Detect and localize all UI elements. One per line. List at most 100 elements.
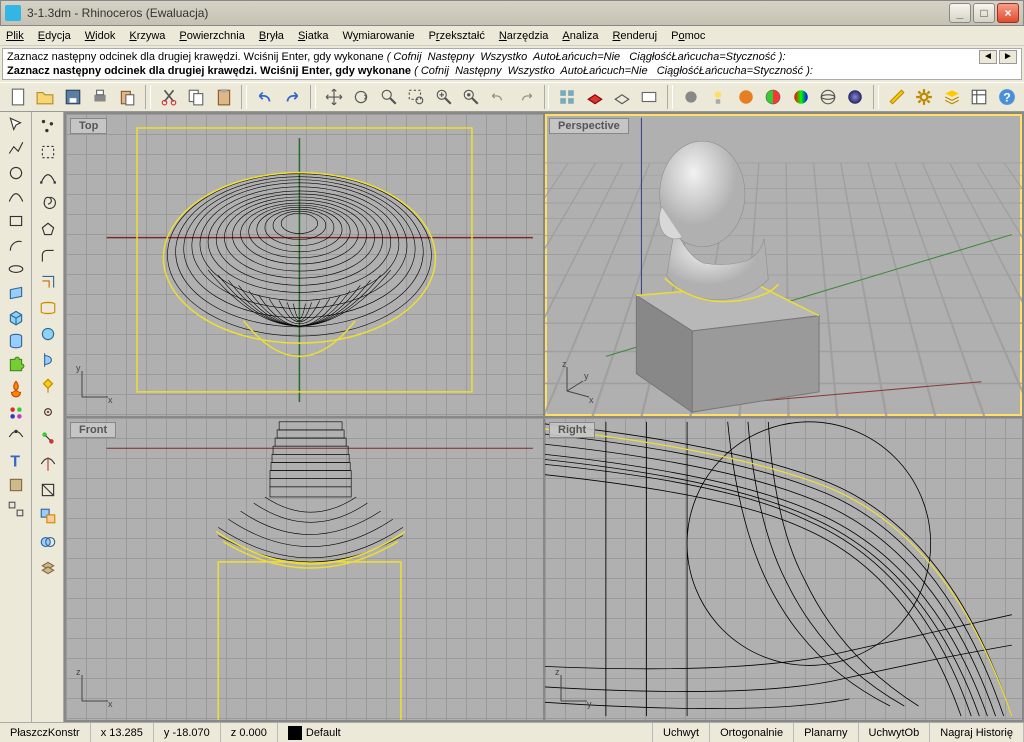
text-icon[interactable]: T	[3, 450, 29, 472]
curve-tool-icon[interactable]	[3, 426, 29, 448]
block-icon[interactable]	[3, 474, 29, 496]
surface-icon[interactable]	[3, 282, 29, 304]
paste-clipboard-icon[interactable]	[116, 85, 139, 109]
minimize-button[interactable]: _	[949, 3, 971, 23]
close-button[interactable]: ×	[997, 3, 1019, 23]
cmd-history-fwd[interactable]: ►	[999, 50, 1017, 64]
extrude-icon[interactable]	[3, 330, 29, 352]
loft-icon[interactable]	[36, 296, 60, 320]
layers-icon[interactable]	[940, 85, 963, 109]
zoom-window-icon[interactable]	[404, 85, 427, 109]
zoom-dynamic-icon[interactable]	[377, 85, 400, 109]
gear-icon[interactable]	[912, 85, 935, 109]
rotate-view-icon[interactable]	[349, 85, 372, 109]
menu-widok[interactable]: Widok	[85, 30, 116, 42]
trim-icon[interactable]	[36, 478, 60, 502]
open-file-icon[interactable]	[33, 85, 56, 109]
command-prompt[interactable]: ◄ ► Zaznacz następny odcinek dla drugiej…	[2, 48, 1022, 80]
cplane-icon[interactable]	[610, 85, 633, 109]
menu-analiza[interactable]: Analiza	[562, 30, 598, 42]
snap-icon[interactable]	[36, 426, 60, 450]
undo-view-icon[interactable]	[487, 85, 510, 109]
sphere-solid-icon[interactable]	[844, 85, 867, 109]
menu-renderuj[interactable]: Renderuj	[612, 30, 657, 42]
boolean-icon[interactable]	[36, 530, 60, 554]
viewport-perspective[interactable]: Perspective zxy	[545, 114, 1022, 416]
redo-icon[interactable]	[281, 85, 304, 109]
ungroup-icon[interactable]	[36, 556, 60, 580]
puzzle-icon[interactable]	[3, 354, 29, 376]
status-planar[interactable]: Planarny	[794, 723, 858, 742]
new-file-icon[interactable]	[6, 85, 29, 109]
status-ortho[interactable]: Ortogonalnie	[710, 723, 794, 742]
menu-siatka[interactable]: Siatka	[298, 30, 329, 42]
fillet-icon[interactable]	[36, 244, 60, 268]
select-icon[interactable]	[3, 114, 29, 136]
cmd-history-back[interactable]: ◄	[979, 50, 997, 64]
status-record-history[interactable]: Nagraj Historię	[930, 723, 1024, 742]
status-cplane[interactable]: PłaszczKonstr	[0, 723, 91, 742]
print-icon[interactable]	[88, 85, 111, 109]
explode-icon[interactable]	[3, 498, 29, 520]
split-icon[interactable]	[36, 452, 60, 476]
cut-icon[interactable]	[157, 85, 180, 109]
viewport-right[interactable]: Right	[545, 418, 1022, 720]
redo-view-icon[interactable]	[514, 85, 537, 109]
viewport-top-label[interactable]: Top	[70, 118, 107, 134]
props-icon[interactable]	[967, 85, 990, 109]
spiral-icon[interactable]	[36, 192, 60, 216]
menu-wymiarowanie[interactable]: Wymiarowanie	[343, 30, 415, 42]
zoom-selected-icon[interactable]	[459, 85, 482, 109]
menu-pomoc[interactable]: Pomoc	[671, 30, 705, 42]
set-cplane-icon[interactable]	[583, 85, 606, 109]
menu-powierzchnia[interactable]: Powierzchnia	[179, 30, 244, 42]
curve-icon[interactable]	[3, 186, 29, 208]
polygon-icon[interactable]	[36, 218, 60, 242]
control-icon[interactable]	[36, 166, 60, 190]
material-color-icon[interactable]	[761, 85, 784, 109]
menu-narzedzia[interactable]: Narzędzia	[499, 30, 549, 42]
offset-icon[interactable]	[36, 270, 60, 294]
box-icon[interactable]	[3, 306, 29, 328]
menu-plik[interactable]: Plik	[6, 30, 24, 42]
menu-bryla[interactable]: Bryła	[259, 30, 284, 42]
status-snap[interactable]: Uchwyt	[653, 723, 710, 742]
light-icon[interactable]	[707, 85, 730, 109]
named-view-icon[interactable]	[638, 85, 661, 109]
viewport-front[interactable]: Front	[66, 418, 543, 720]
object-props-icon[interactable]	[3, 402, 29, 424]
lasso-icon[interactable]	[36, 140, 60, 164]
undo-icon[interactable]	[253, 85, 276, 109]
save-file-icon[interactable]	[61, 85, 84, 109]
viewport-front-label[interactable]: Front	[70, 422, 116, 438]
status-layer[interactable]: Default	[278, 723, 653, 742]
status-osnap[interactable]: UchwytOb	[859, 723, 931, 742]
revolve-icon[interactable]	[36, 348, 60, 372]
ellipse-icon[interactable]	[3, 258, 29, 280]
rectangle-icon[interactable]	[3, 210, 29, 232]
group-icon[interactable]	[36, 504, 60, 528]
color-gradient-icon[interactable]	[789, 85, 812, 109]
menu-krzywa[interactable]: Krzywa	[129, 30, 165, 42]
shade-toggle-icon[interactable]	[679, 85, 702, 109]
paste-icon[interactable]	[212, 85, 235, 109]
viewport-right-label[interactable]: Right	[549, 422, 595, 438]
zoom-extents-icon[interactable]	[432, 85, 455, 109]
sphere-icon[interactable]	[36, 322, 60, 346]
circle-icon[interactable]	[3, 162, 29, 184]
help-icon[interactable]: ?	[995, 85, 1018, 109]
arc-icon[interactable]	[3, 234, 29, 256]
maximize-button[interactable]: □	[973, 3, 995, 23]
polyline-icon[interactable]	[3, 138, 29, 160]
edit-pt-icon[interactable]	[36, 400, 60, 424]
sphere-wire-icon[interactable]	[816, 85, 839, 109]
points-icon[interactable]	[36, 114, 60, 138]
render-icon[interactable]	[734, 85, 757, 109]
flame-icon[interactable]	[3, 378, 29, 400]
four-views-icon[interactable]	[555, 85, 578, 109]
menu-edycja[interactable]: Edycja	[38, 30, 71, 42]
options-icon[interactable]	[885, 85, 908, 109]
flow-icon[interactable]	[36, 374, 60, 398]
pan-icon[interactable]	[322, 85, 345, 109]
viewport-top[interactable]: Top	[66, 114, 543, 416]
